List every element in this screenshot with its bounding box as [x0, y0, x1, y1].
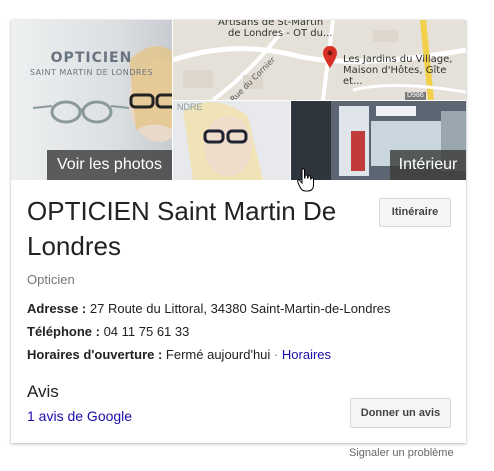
model-image: NDRE [173, 101, 290, 180]
phone-value[interactable]: 04 11 75 61 33 [104, 324, 190, 339]
map-road-number: D986 [405, 92, 426, 100]
map-label-top-2: de Londres - OT du... [228, 28, 333, 39]
write-review-button[interactable]: Donner un avis [350, 398, 451, 428]
map-poi-line-2: Maison d'Hôtes, Gîte et... [343, 65, 447, 87]
business-name: OPTICIEN Saint Martin De Londres [27, 196, 337, 261]
map-label-top-1: Artisans de St-Martin [218, 20, 324, 28]
map-thumbnail[interactable]: Artisans de St-Martin de Londres - OT du… [173, 20, 466, 100]
address-value: 27 Route du Littoral, 34380 Saint-Martin… [89, 301, 391, 316]
hand-cursor-icon [297, 168, 314, 192]
address-row: Adresse : 27 Route du Littoral, 34380 Sa… [27, 301, 391, 316]
map-pin-icon [323, 46, 337, 68]
address-label: Adresse : [27, 301, 87, 316]
model-photo[interactable]: NDRE [173, 101, 290, 180]
map-poi-line-1: Les Jardins du Village, [343, 54, 453, 65]
svg-text:NDRE: NDRE [177, 102, 203, 112]
knowledge-panel: OPTICIEN SAINT MARTIN DE LONDRES Artisan… [11, 20, 466, 443]
hours-row: Horaires d'ouverture : Fermé aujourd'hui… [27, 347, 331, 362]
hours-status: Fermé aujourd'hui [165, 347, 271, 362]
phone-row: Téléphone : 04 11 75 61 33 [27, 324, 189, 339]
sign-line-2: SAINT MARTIN DE LONDRES [29, 68, 154, 77]
reviews-heading: Avis [27, 382, 59, 401]
phone-label: Téléphone : [27, 324, 100, 339]
hours-label: Horaires d'ouverture : [27, 347, 163, 362]
store-sign: OPTICIEN SAINT MARTIN DE LONDRES [11, 50, 172, 77]
reviews-count-link[interactable]: 1 avis de Google [27, 408, 132, 424]
hours-separator: · [273, 347, 279, 362]
sign-line-1: OPTICIEN [50, 50, 133, 66]
business-category: Opticien [27, 272, 75, 287]
photo-strip: OPTICIEN SAINT MARTIN DE LONDRES Artisan… [11, 20, 466, 180]
hours-link[interactable]: Horaires [282, 347, 331, 362]
directions-button[interactable]: Itinéraire [379, 198, 451, 227]
view-photos-button[interactable]: Voir les photos [47, 150, 172, 180]
interior-label-button[interactable]: Intérieur [390, 150, 466, 180]
report-problem-link[interactable]: Signaler un problème [349, 447, 454, 459]
